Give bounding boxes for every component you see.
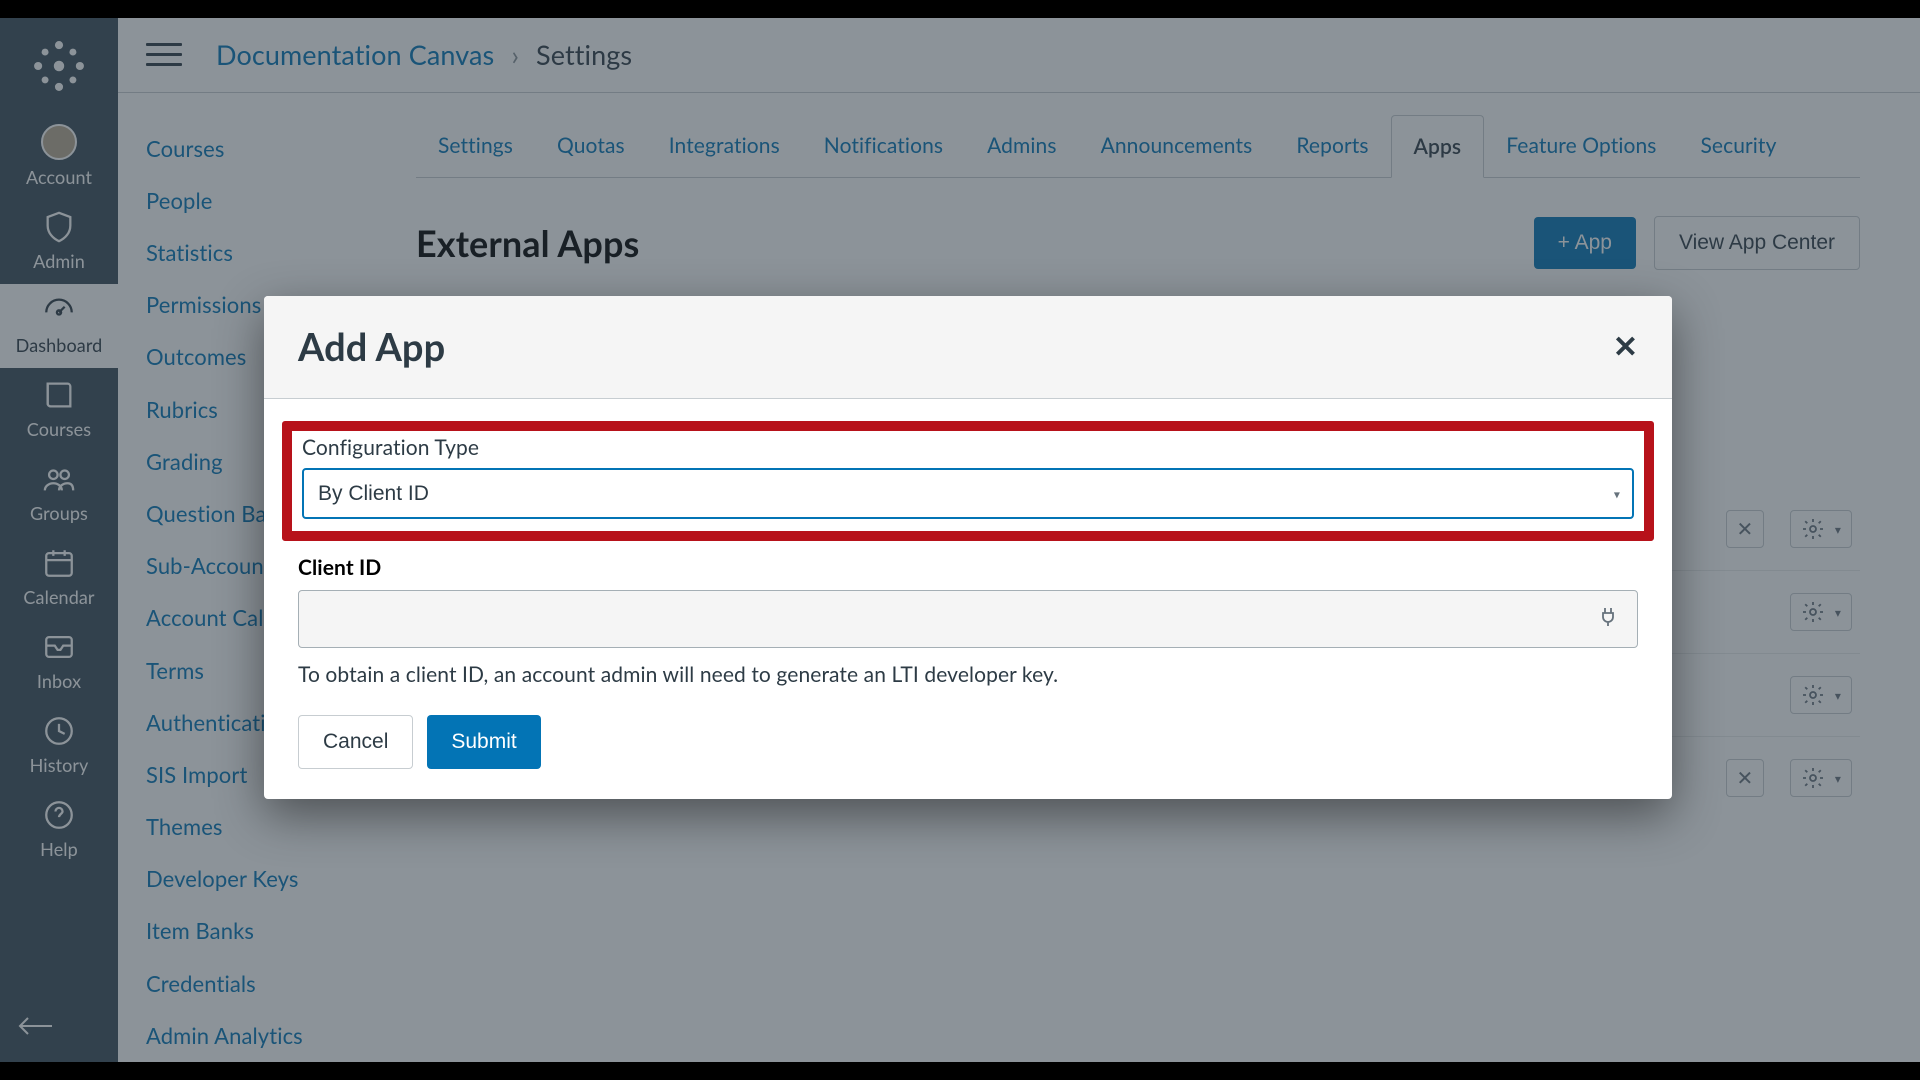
cancel-button[interactable]: Cancel <box>298 715 413 769</box>
plug-icon <box>1596 605 1620 633</box>
client-id-help: To obtain a client ID, an account admin … <box>298 662 1638 687</box>
config-type-label: Configuration Type <box>302 435 1634 460</box>
config-type-highlight: Configuration Type By Client ID ▾ <box>282 421 1654 541</box>
config-type-select[interactable]: By Client ID <box>302 468 1634 519</box>
modal-title: Add App <box>298 324 1613 370</box>
submit-button[interactable]: Submit <box>427 715 540 769</box>
add-app-modal: Add App ✕ Configuration Type By Client I… <box>264 296 1672 799</box>
client-id-input[interactable] <box>298 590 1638 648</box>
client-id-label: Client ID <box>298 555 1638 580</box>
modal-close-button[interactable]: ✕ <box>1613 330 1638 365</box>
close-icon: ✕ <box>1613 331 1638 364</box>
